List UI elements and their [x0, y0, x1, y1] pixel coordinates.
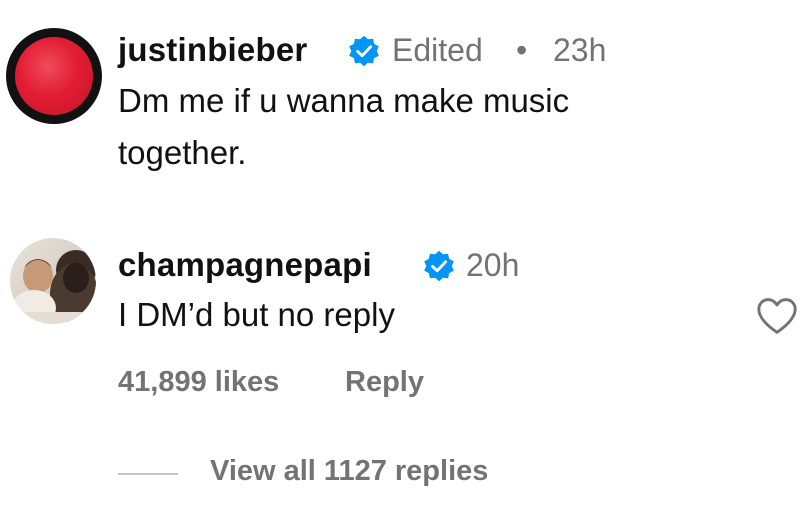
avatar-champagnepapi[interactable]	[10, 238, 96, 324]
comment-text: Dm me if u wanna make music together.	[118, 75, 569, 179]
replies-divider	[118, 473, 178, 475]
reply-button[interactable]: Reply	[345, 366, 424, 399]
avatar-justinbieber[interactable]	[6, 28, 102, 124]
comment-text-line: Dm me if u wanna make music	[118, 82, 570, 119]
avatar-image	[15, 37, 93, 115]
timestamp: 20h	[466, 247, 520, 283]
avatar-image	[10, 250, 96, 324]
edited-label: Edited	[392, 32, 483, 68]
verified-badge-icon	[424, 250, 454, 282]
heart-outline-icon[interactable]	[755, 296, 799, 336]
likes-count[interactable]: 41,899 likes	[118, 366, 279, 399]
verified-badge-icon	[349, 35, 379, 67]
comment-text: I DM’d but no reply	[118, 296, 395, 333]
username-champagnepapi[interactable]: champagnepapi	[118, 246, 372, 284]
meta-separator: •	[516, 32, 528, 68]
username-justinbieber[interactable]: justinbieber	[118, 31, 307, 69]
view-replies-button[interactable]: View all 1127 replies	[210, 455, 488, 488]
timestamp: 23h	[553, 32, 607, 68]
comment-text-line: together.	[118, 134, 247, 171]
